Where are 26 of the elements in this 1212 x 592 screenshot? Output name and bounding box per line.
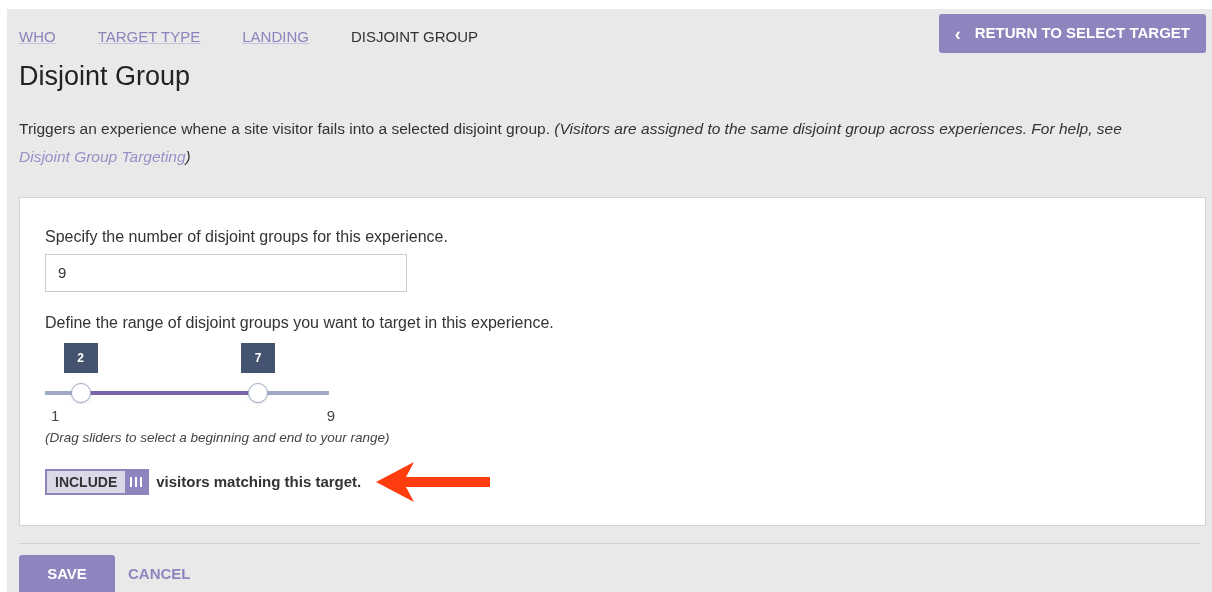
description: Triggers an experience whene a site visitor fails into a selected disjoint group. (Visitors are assigned to the same disjoint group across experiences. For help, see Disjoint Group Targeting) (19, 118, 1123, 167)
chevron-icon: ‹ (954, 24, 961, 43)
max-label: 9 (326, 405, 335, 426)
cancel-link[interactable]: CANCEL (128, 563, 191, 586)
slider-value-tooltip: 7 (241, 342, 275, 373)
help-link[interactable]: Disjoint Group Targeting (19, 147, 186, 165)
count-label: Specify the number of disjoint groups for this experience. (45, 226, 449, 247)
min-label: 1 (51, 405, 60, 426)
breadcrumb-link[interactable]: TARGET TYPE (97, 26, 201, 49)
include-suffix: visitors matching this target. (156, 472, 362, 492)
breadcrumb-link[interactable]: DISJOINT GROUP (350, 26, 479, 49)
slider-value-tooltip: 2 (63, 342, 98, 373)
include-toggle[interactable]: INCLUDE (45, 469, 150, 496)
slider-thumb[interactable] (70, 382, 91, 403)
save-button[interactable]: SAVE (19, 554, 115, 592)
grip-icon (125, 471, 148, 494)
slider-hint: (Drag sliders to select a beginning and end to your range) (45, 429, 391, 447)
return-button[interactable]: ‹ RETURN TO SELECT TARGET (938, 14, 1206, 53)
slider-thumb[interactable] (248, 382, 268, 403)
breadcrumb-link[interactable]: WHO (19, 26, 56, 49)
return-label: RETURN TO SELECT TARGET (974, 23, 1190, 44)
range-label: Define the range of disjoint groups you want to target in this experience. (45, 312, 555, 333)
arrow-icon (376, 462, 491, 503)
page-title: Disjoint Group (19, 60, 192, 93)
count-field[interactable]: 9 (45, 253, 407, 292)
breadcrumb-link[interactable]: LANDING (242, 26, 309, 49)
